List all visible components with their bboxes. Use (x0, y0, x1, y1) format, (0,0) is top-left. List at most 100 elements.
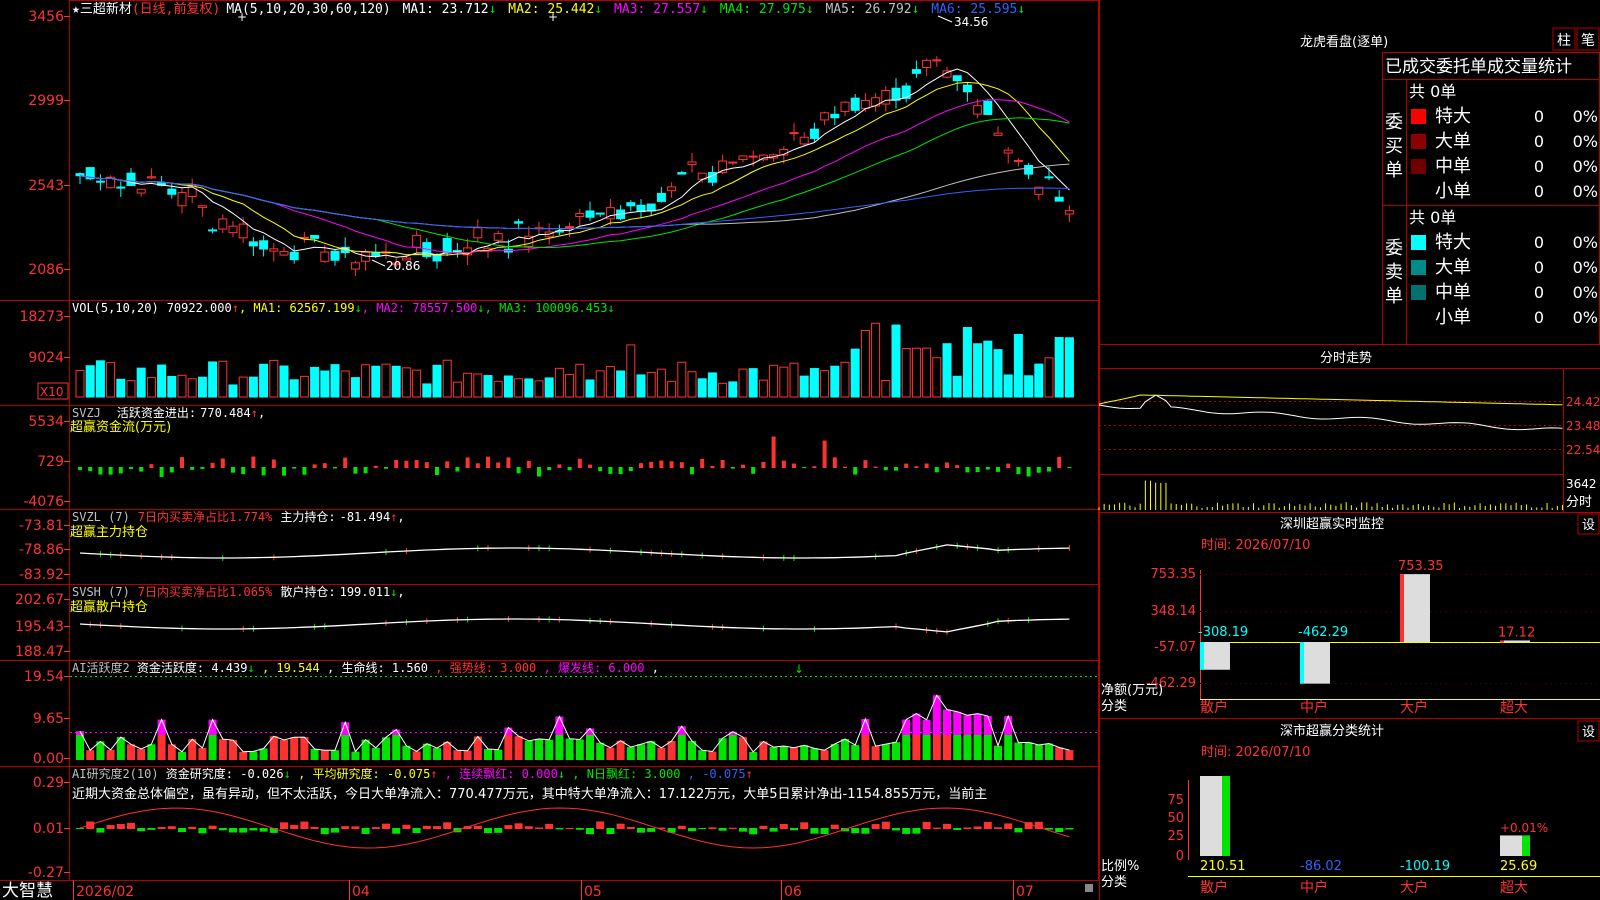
row-pct: 0% (1573, 157, 1598, 176)
ai-active-item: , 19.544 (255, 661, 320, 675)
flow-bar (577, 458, 582, 468)
intraday-y-label: 23.48 (1566, 419, 1600, 433)
active-bar (208, 735, 217, 760)
settings-label: 设 (1582, 725, 1595, 740)
research-bar (779, 823, 788, 829)
active-bar (575, 739, 584, 760)
candle-body (840, 101, 850, 112)
period-label[interactable]: (日线,前复权) (132, 1, 220, 17)
candle-body (809, 128, 819, 139)
research-bar (218, 828, 227, 831)
volume-bar (167, 375, 177, 398)
monitor-category: 中户 (1300, 699, 1328, 716)
active-bar (484, 749, 492, 760)
tick-mode-label: 笔 (1581, 33, 1595, 49)
volume-bar (748, 368, 758, 398)
plus-icon[interactable]: + (237, 10, 247, 24)
research-bar (759, 825, 768, 829)
volume-bar (340, 370, 350, 398)
monitor-category: 散户 (1200, 699, 1228, 716)
flow-bar (414, 460, 419, 468)
svsh-title: SVSH (7) (72, 585, 130, 599)
research-bar (973, 826, 982, 829)
flow-bar (679, 462, 684, 468)
volume-bar (534, 380, 544, 398)
arrow-down-icon: ↓ (700, 2, 708, 17)
research-bar (739, 828, 747, 832)
flow-bar (771, 436, 776, 468)
svzl-header: SVZL (7) 7日内买卖净占比1.774% 主力持仓: -81.494↑, (72, 509, 405, 524)
active-bar (677, 735, 686, 760)
active-bar (851, 744, 860, 760)
star-icon[interactable]: ★ (72, 2, 80, 17)
vertical-label-char: 委 (1385, 112, 1403, 133)
volume-bar (993, 349, 1003, 398)
active-bar (1055, 747, 1064, 760)
flow-bar (424, 462, 429, 468)
class-bar-edge (1222, 776, 1230, 856)
candle-body (320, 251, 330, 262)
activity-line (79, 694, 1070, 753)
flow-bar (282, 467, 286, 476)
class-category: 超大 (1500, 880, 1528, 896)
row-pct: 0% (1573, 132, 1598, 151)
volume-bar (208, 361, 218, 398)
active-bar-top (973, 713, 982, 735)
lock-icon[interactable] (1085, 884, 1093, 892)
active-bar (902, 735, 911, 760)
volume-bar (656, 368, 666, 398)
flow-bar (608, 467, 613, 474)
arrow-up-icon: ↑ (746, 767, 753, 781)
flow-bar (445, 461, 450, 468)
research-bar (514, 823, 523, 829)
candle-body (789, 132, 799, 135)
svzl-subtitle: 超赢主力持仓 (70, 524, 148, 540)
volume-bar (361, 364, 371, 398)
class-value-label: 210.51 (1200, 859, 1246, 874)
monitor-bar (1200, 642, 1230, 670)
flow-bar (526, 460, 531, 468)
research-bar (575, 828, 584, 830)
research-bar (259, 828, 268, 832)
volume-bar (575, 363, 585, 398)
candle-body (575, 213, 585, 218)
svsh-label: 散户持仓: (280, 584, 335, 599)
intraday-vol-label: 3642 (1566, 477, 1597, 491)
research-bar (688, 828, 696, 832)
vol-title: VOL(5,10,20) (72, 301, 159, 315)
volume-bar (299, 375, 309, 398)
flow-bar (741, 464, 745, 468)
flow-bar (1057, 456, 1062, 468)
volume-bar (779, 366, 789, 398)
flow-bar (822, 440, 827, 468)
active-bar (218, 739, 227, 760)
monitor-value-label: -462.29 (1298, 625, 1348, 640)
flow-bar (751, 467, 756, 474)
kline-chart-area[interactable]: ★三超新材(日线,前复权) MA(5,10,20,30,60,120) MA1: … (0, 0, 1099, 900)
volume-bar (412, 369, 422, 398)
active-bar (596, 742, 605, 760)
active-bar (320, 750, 329, 760)
arrow-down-icon: ↓ (477, 301, 484, 315)
y-tick-label: 2086 (28, 262, 64, 278)
active-bar (259, 748, 268, 760)
research-bar (1055, 828, 1064, 833)
intraday-chart[interactable]: 24.42 23.48 22.54 3642 分时 (1098, 394, 1600, 510)
svzl-label: 主力持仓: (280, 509, 335, 524)
svzj-subtitle: 超赢资金流(万元) (70, 419, 171, 435)
arrow-up-icon: ↑ (251, 406, 258, 420)
research-bar (208, 825, 217, 829)
candlesticks (75, 15, 1074, 276)
flow-bar (455, 467, 460, 472)
plus-icon[interactable]: + (548, 10, 558, 24)
row-name: 中单 (1435, 282, 1471, 303)
volume-bar (259, 363, 269, 398)
volume-bar (401, 367, 411, 398)
ai-active-y-axis: 19.54 9.65 0.00 (24, 669, 70, 767)
research-bar (830, 824, 839, 829)
row-name: 特大 (1435, 232, 1471, 253)
research-bar (983, 821, 992, 829)
active-bar (433, 748, 441, 760)
y-tick-label: 5534 (28, 414, 64, 430)
volume-bar (157, 364, 167, 398)
